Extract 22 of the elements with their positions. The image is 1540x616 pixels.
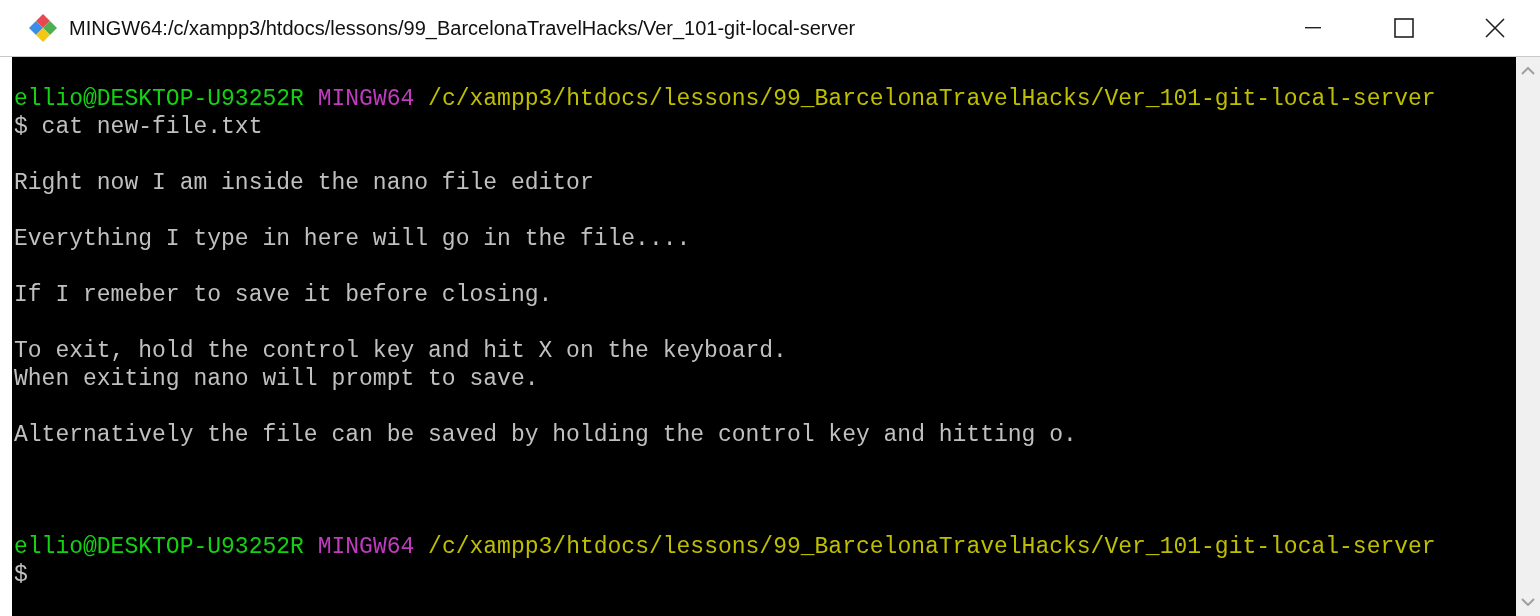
window-title: MINGW64:/c/xampp3/htdocs/lessons/99_BarcelonaTravelHacks/Ver_101-git-local-server (69, 16, 857, 40)
shell-name: MINGW64 (317, 533, 415, 561)
minimize-icon (1304, 27, 1321, 29)
output-line: Alternatively the file can be saved by holding the control key and hitting o. (14, 421, 1077, 449)
output-line: Right now I am inside the nano file editor (14, 169, 594, 197)
path-text: /c/xampp3/htdocs/lessons/99_BarcelonaTravelHacks/Ver_101-git-local-server (428, 85, 1436, 113)
output-line: To exit, hold the control key and hit X on the keyboard. (14, 337, 787, 365)
scroll-down-icon[interactable] (1521, 598, 1535, 606)
app-logo-icon (27, 12, 59, 44)
user-host-text: ellio@DESKTOP-U93252R (14, 533, 304, 561)
shell-name: MINGW64 (317, 85, 415, 113)
scrollbar[interactable] (1516, 57, 1540, 616)
output-line: Everything I type in here will go in the file.... (14, 225, 691, 253)
user-host-text: ellio@DESKTOP-U93252R (14, 85, 304, 113)
close-icon (1484, 18, 1505, 38)
scroll-up-icon[interactable] (1521, 67, 1535, 75)
command-line: $ (14, 561, 28, 589)
command-line: $ cat new-file.txt (14, 113, 263, 141)
output-line: If I remeber to save it before closing. (14, 281, 553, 309)
path-text: /c/xampp3/htdocs/lessons/99_BarcelonaTravelHacks/Ver_101-git-local-server (428, 533, 1436, 561)
maximize-icon (1393, 18, 1414, 38)
output-line: When exiting nano will prompt to save. (14, 365, 539, 393)
